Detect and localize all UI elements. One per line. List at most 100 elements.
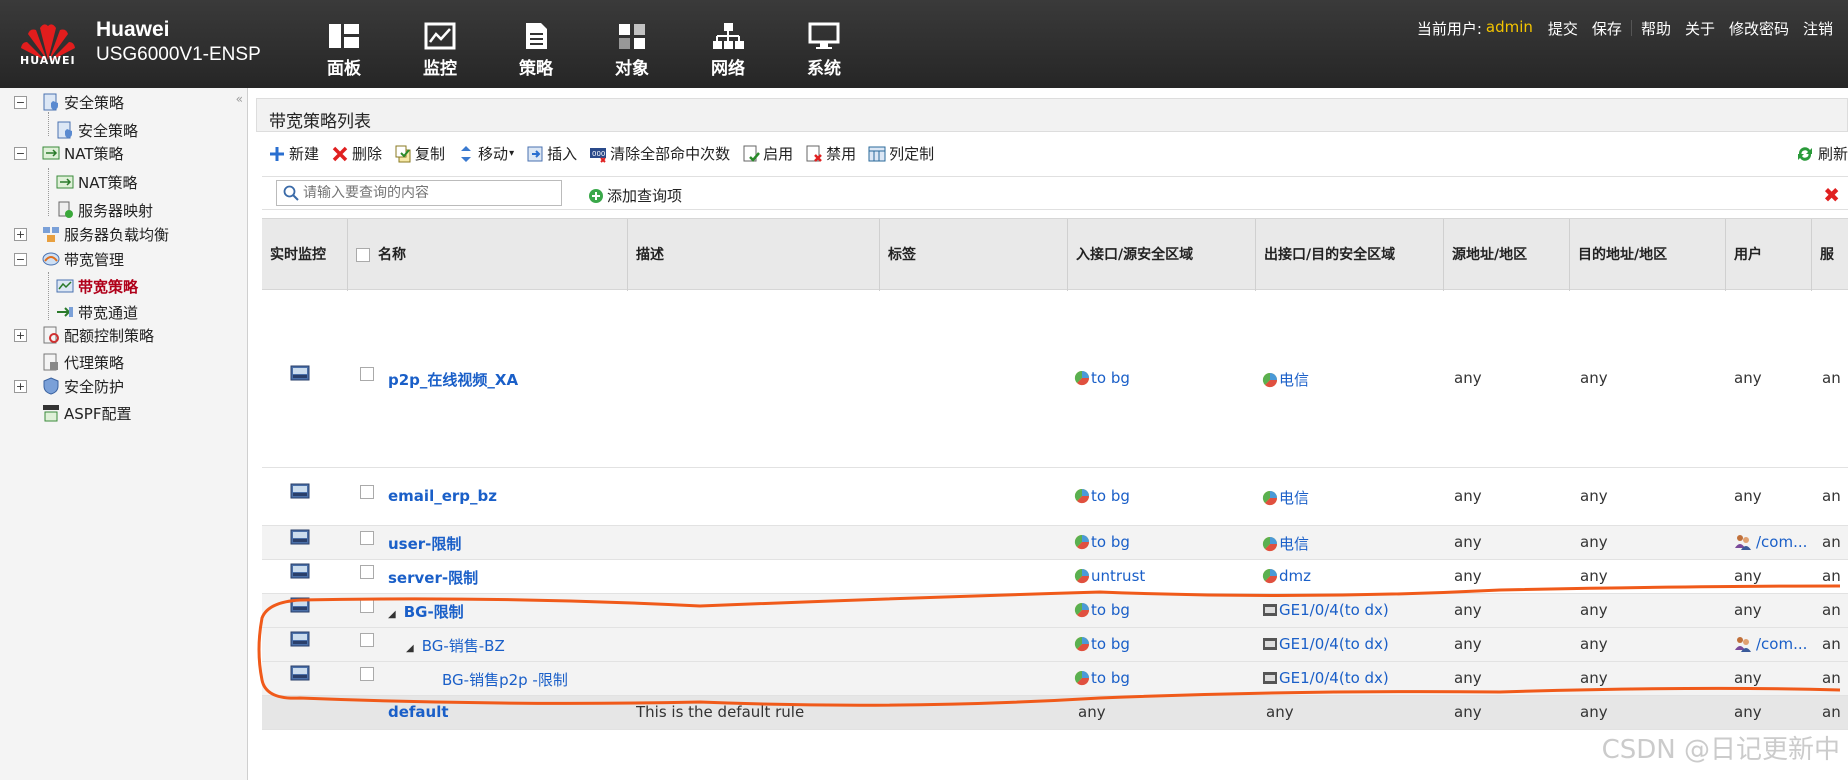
policy-name[interactable]: default xyxy=(388,703,449,721)
policy-name-cell[interactable]: user-限制 xyxy=(388,533,461,554)
expand-toggle-icon[interactable]: + xyxy=(14,227,27,241)
ingress-zone-cell[interactable]: to bg xyxy=(1074,601,1130,619)
row-checkbox[interactable] xyxy=(360,633,374,647)
save-link[interactable]: 保存 xyxy=(1585,18,1629,39)
user-link[interactable]: /com... xyxy=(1756,533,1807,551)
col-egress-zone[interactable]: 出接口/目的安全区域 xyxy=(1256,219,1444,291)
row-checkbox[interactable] xyxy=(360,531,374,545)
logout-link[interactable]: 注销 xyxy=(1796,18,1840,39)
policy-name[interactable]: BG-销售p2p -限制 xyxy=(442,671,568,689)
monitor-cell[interactable] xyxy=(290,483,310,503)
policy-name-cell[interactable]: server-限制 xyxy=(388,567,478,588)
policy-name-cell[interactable]: default xyxy=(388,703,449,721)
nav-network[interactable]: 网络 xyxy=(680,22,776,82)
nav-object[interactable]: 对象 xyxy=(584,22,680,82)
table-row[interactable]: ◢ BG-销售-BZ to bg GE1/0/4(to dx) any any/com..… xyxy=(262,628,1848,662)
table-row[interactable]: server-限制 untrust dmz any any any an xyxy=(262,560,1848,594)
table-row[interactable]: default This is the default rule any any any… xyxy=(262,696,1848,730)
sidebar-item-nat-policy[interactable]: − NAT策略 xyxy=(0,141,240,165)
realtime-monitor-icon[interactable] xyxy=(290,483,310,499)
about-link[interactable]: 关于 xyxy=(1678,18,1722,39)
policy-name-cell[interactable]: ◢ BG-限制 xyxy=(388,601,464,622)
monitor-cell[interactable] xyxy=(290,365,310,385)
disable-button[interactable]: 禁用 xyxy=(805,143,856,164)
monitor-cell[interactable] xyxy=(290,631,310,651)
sidebar-item-server-load-balancing[interactable]: + 服务器负载均衡 xyxy=(0,222,240,246)
col-tag[interactable]: 标签 xyxy=(880,219,1068,291)
expand-tree-icon[interactable]: ◢ xyxy=(388,609,396,620)
col-ingress-zone[interactable]: 入接口/源安全区域 xyxy=(1068,219,1256,291)
egress-zone-cell[interactable]: 电信 xyxy=(1262,487,1309,508)
row-checkbox[interactable] xyxy=(360,667,374,681)
row-checkbox-cell[interactable] xyxy=(360,667,374,685)
row-checkbox-cell[interactable] xyxy=(360,599,374,617)
policy-name[interactable]: p2p_在线视频_XA xyxy=(388,371,518,389)
enable-button[interactable]: 启用 xyxy=(742,143,793,164)
ingress-zone-cell[interactable]: untrust xyxy=(1074,567,1145,585)
col-destination-address[interactable]: 目的地址/地区 xyxy=(1570,219,1726,291)
ingress-zone-link[interactable]: to bg xyxy=(1091,601,1130,619)
egress-zone-cell[interactable]: GE1/0/4(to dx) xyxy=(1262,601,1389,619)
col-service[interactable]: 服 xyxy=(1812,219,1848,291)
nav-monitor[interactable]: 监控 xyxy=(392,22,488,82)
egress-zone-link[interactable]: GE1/0/4(to dx) xyxy=(1279,669,1389,687)
collapse-toggle-icon[interactable]: − xyxy=(14,146,27,160)
realtime-monitor-icon[interactable] xyxy=(290,563,310,579)
row-checkbox[interactable] xyxy=(360,565,374,579)
egress-zone-cell[interactable]: dmz xyxy=(1262,567,1311,585)
expand-toggle-icon[interactable]: + xyxy=(14,328,27,342)
policy-name[interactable]: user-限制 xyxy=(388,535,461,553)
change-password-link[interactable]: 修改密码 xyxy=(1722,18,1796,39)
nav-dashboard[interactable]: 面板 xyxy=(296,22,392,82)
row-checkbox-cell[interactable] xyxy=(360,531,374,549)
egress-zone-link[interactable]: GE1/0/4(to dx) xyxy=(1279,635,1389,653)
realtime-monitor-icon[interactable] xyxy=(290,597,310,613)
ingress-zone-cell[interactable]: to bg xyxy=(1074,669,1130,687)
close-search-icon[interactable]: ✖ xyxy=(1823,183,1840,207)
policy-name[interactable]: BG-限制 xyxy=(404,603,464,621)
copy-button[interactable]: 复制 xyxy=(394,143,445,164)
col-realtime-monitor[interactable]: 实时监控 xyxy=(262,219,348,291)
egress-zone-cell[interactable]: GE1/0/4(to dx) xyxy=(1262,669,1389,687)
customize-columns-button[interactable]: 列定制 xyxy=(868,143,934,164)
ingress-zone-link[interactable]: to bg xyxy=(1091,635,1130,653)
policy-name-cell[interactable]: p2p_在线视频_XA xyxy=(388,369,518,390)
sidebar-item-bandwidth-channel[interactable]: 带宽通道 xyxy=(56,300,138,324)
egress-zone-link[interactable]: 电信 xyxy=(1279,533,1309,554)
clear-hit-count-button[interactable]: 000 清除全部命中次数 xyxy=(589,143,730,164)
monitor-cell[interactable] xyxy=(290,529,310,549)
sidebar-item-server-mapping[interactable]: 服务器映射 xyxy=(56,198,153,222)
row-checkbox[interactable] xyxy=(360,367,374,381)
row-checkbox-cell[interactable] xyxy=(360,367,374,385)
row-checkbox-cell[interactable] xyxy=(360,565,374,583)
help-link[interactable]: 帮助 xyxy=(1634,18,1678,39)
collapse-toggle-icon[interactable]: − xyxy=(14,95,27,109)
refresh-button[interactable]: 刷新 xyxy=(1796,143,1848,164)
row-checkbox-cell[interactable] xyxy=(360,485,374,503)
user-cell[interactable]: /com... xyxy=(1734,635,1807,653)
egress-zone-link[interactable]: 电信 xyxy=(1279,369,1309,390)
expand-toggle-icon[interactable]: + xyxy=(14,379,27,393)
expand-tree-icon[interactable]: ◢ xyxy=(406,643,414,654)
table-row[interactable]: ◢ BG-限制 to bg GE1/0/4(to dx) any any any an xyxy=(262,594,1848,628)
ingress-zone-link[interactable]: to bg xyxy=(1091,487,1130,505)
policy-name-cell[interactable]: ◢ BG-销售-BZ xyxy=(406,635,505,656)
sidebar-item-bandwidth-policy[interactable]: 带宽策略 xyxy=(56,274,138,298)
col-description[interactable]: 描述 xyxy=(628,219,880,291)
col-name[interactable]: 名称 xyxy=(348,219,628,291)
policy-name-cell[interactable]: email_erp_bz xyxy=(388,487,497,505)
egress-zone-link[interactable]: GE1/0/4(to dx) xyxy=(1279,601,1389,619)
egress-zone-link[interactable]: 电信 xyxy=(1279,487,1309,508)
move-button[interactable]: 移动 ▾ xyxy=(457,143,514,164)
sidebar-item-aspf-config[interactable]: ASPF配置 xyxy=(0,401,240,425)
table-row[interactable]: BG-销售p2p -限制 to bg GE1/0/4(to dx) any any any… xyxy=(262,662,1848,696)
policy-name[interactable]: email_erp_bz xyxy=(388,487,497,505)
nav-policy[interactable]: 策略 xyxy=(488,22,584,82)
row-checkbox[interactable] xyxy=(360,485,374,499)
ingress-zone-link[interactable]: to bg xyxy=(1091,669,1130,687)
col-user[interactable]: 用户 xyxy=(1726,219,1812,291)
realtime-monitor-icon[interactable] xyxy=(290,529,310,545)
ingress-zone-cell[interactable]: to bg xyxy=(1074,487,1130,505)
sidebar-item-security-protection[interactable]: + 安全防护 xyxy=(0,374,240,398)
nav-system[interactable]: 系统 xyxy=(776,22,872,82)
